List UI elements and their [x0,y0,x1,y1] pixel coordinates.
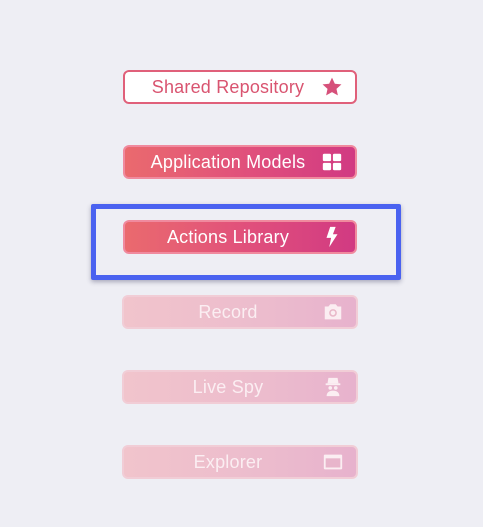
live-spy-button[interactable]: Live Spy [122,370,358,404]
camera-icon [322,301,344,323]
live-spy-label: Live Spy [192,376,264,397]
record-label: Record [198,301,258,322]
record-button[interactable]: Record [122,295,358,329]
star-icon [321,76,343,98]
shared-repository-button[interactable]: Shared Repository [123,70,357,104]
window-icon [322,451,344,473]
explorer-button[interactable]: Explorer [122,445,358,479]
spy-icon [322,376,344,398]
application-models-button[interactable]: Application Models [123,145,357,179]
application-models-label: Application Models [150,151,306,172]
grid-icon [321,151,343,173]
navigation-menu: Shared Repository Application Models Act… [0,0,483,527]
explorer-label: Explorer [193,451,263,472]
shared-repository-label: Shared Repository [151,76,305,97]
selection-highlight-frame [91,204,401,280]
